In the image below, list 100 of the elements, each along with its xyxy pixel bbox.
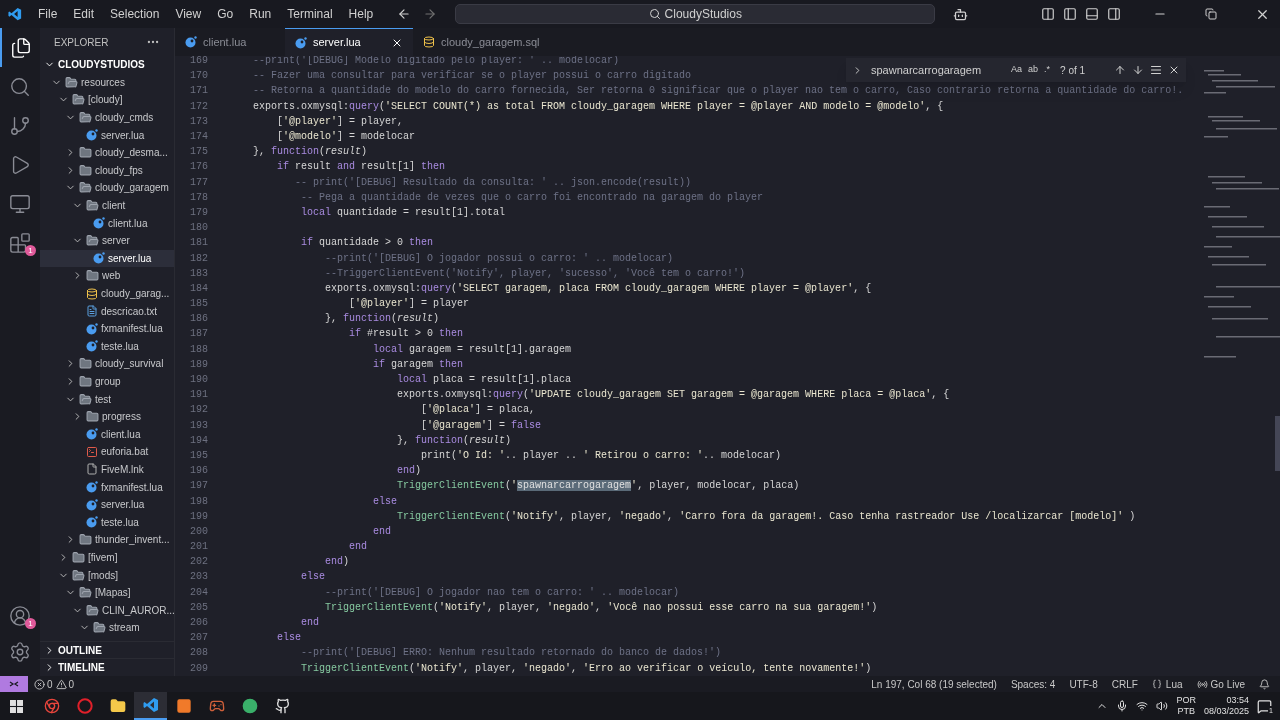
- tree-item[interactable]: server.lua: [40, 249, 174, 268]
- tree-item[interactable]: thunder_invent...: [40, 531, 174, 549]
- editor-tab[interactable]: server.lua: [285, 28, 413, 56]
- folder-open-icon: [79, 392, 92, 406]
- tree-item[interactable]: teste.lua: [40, 337, 174, 356]
- menu-item[interactable]: Selection: [102, 5, 168, 23]
- find-input[interactable]: spawnarcarrogaragem: [869, 61, 1005, 79]
- tree-item[interactable]: FiveM.lnk: [40, 460, 174, 479]
- code-line: exports.oxmysql:query('SELECT garagem, placa FROM cloudy_garagem WHERE player = @player', {: [324, 281, 872, 296]
- clock-date[interactable]: 08/03/2025: [1203, 706, 1249, 717]
- tree-item[interactable]: cloudy_fps: [40, 161, 174, 180]
- menu-item[interactable]: Go: [209, 5, 242, 23]
- line-number: 199: [189, 509, 208, 524]
- panel-toggle-icon[interactable]: [1085, 7, 1099, 21]
- input-language[interactable]: POR: [1176, 695, 1196, 706]
- language-mode[interactable]: Lua: [1165, 676, 1183, 692]
- tree-item[interactable]: server.lua: [40, 126, 174, 144]
- status-item[interactable]: Ln 197, Col 68 (19 selected): [871, 676, 997, 692]
- section-header[interactable]: OUTLINE: [40, 640, 174, 659]
- menu-item[interactable]: Run: [241, 5, 280, 23]
- find-toggle[interactable]: ab: [1028, 63, 1039, 77]
- tree-item[interactable]: descricao.txt: [40, 302, 174, 320]
- account-icon: [9, 605, 31, 627]
- volume-icon[interactable]: [1156, 700, 1169, 712]
- menu-item[interactable]: Terminal: [279, 5, 341, 23]
- tree-item[interactable]: cloudy_desma...: [40, 143, 174, 162]
- copilot-icon[interactable]: [953, 6, 969, 22]
- error-count[interactable]: 0: [47, 676, 53, 692]
- tree-item[interactable]: euforia.bat: [40, 443, 174, 461]
- tree-item[interactable]: teste.lua: [40, 513, 174, 532]
- line-number: 175: [189, 145, 208, 160]
- tree-item[interactable]: progress: [40, 407, 174, 426]
- forward-icon[interactable]: [423, 7, 438, 21]
- command-center[interactable]: CloudyStudios: [455, 4, 936, 24]
- remote-button[interactable]: [0, 676, 28, 692]
- tree-item[interactable]: cloudy_garag...: [40, 284, 174, 303]
- code-line: TriggerClientEvent('Notify', player, 'negado', 'Você nao possui esse carro na sua garagem!'): [324, 600, 878, 615]
- secondary-sidebar-icon[interactable]: [1107, 7, 1121, 21]
- tree-item[interactable]: [fivem]: [40, 548, 174, 567]
- ring-icon: [76, 698, 93, 714]
- line-number: 205: [189, 600, 208, 615]
- tree-item[interactable]: stream: [40, 619, 174, 637]
- tree-item[interactable]: client.lua: [40, 425, 174, 444]
- status-item[interactable]: UTF-8: [1069, 676, 1098, 692]
- windows-start-icon[interactable]: [10, 699, 23, 713]
- code-line: print('O Id: '.. player .. ' Retirou o carro: '.. modelocar): [420, 448, 782, 463]
- tree-item[interactable]: group: [40, 372, 174, 391]
- tree-item[interactable]: client: [40, 196, 174, 215]
- tree-item[interactable]: web: [40, 267, 174, 285]
- terminal-icon: [86, 445, 98, 458]
- network-icon[interactable]: [1136, 700, 1149, 712]
- next-match-icon[interactable]: [1132, 64, 1144, 76]
- layout-icon[interactable]: [1041, 7, 1055, 21]
- close-icon[interactable]: [1168, 64, 1180, 76]
- tree-item[interactable]: CLIN_AUROR...: [40, 601, 174, 619]
- restore-icon[interactable]: [1205, 8, 1217, 20]
- menu-item[interactable]: Edit: [65, 5, 103, 23]
- find-toggle[interactable]: .*: [1044, 63, 1051, 77]
- lua-file-icon: [86, 481, 98, 494]
- tree-item[interactable]: test: [40, 390, 174, 408]
- tree-item[interactable]: fxmanifest.lua: [40, 478, 174, 496]
- lua-file-icon: [86, 498, 98, 511]
- sidebar-toggle-icon[interactable]: [1063, 7, 1077, 21]
- menu-item[interactable]: View: [167, 5, 210, 23]
- status-item[interactable]: CRLF: [1111, 676, 1138, 692]
- previous-match-icon[interactable]: [1114, 64, 1126, 76]
- tree-item[interactable]: cloudy_garagem: [40, 179, 174, 197]
- taskbar-app[interactable]: [134, 692, 167, 720]
- code-line: end: [348, 540, 368, 555]
- folder-open-icon: [79, 586, 92, 600]
- tree-item[interactable]: server: [40, 231, 174, 250]
- keyboard-layout[interactable]: PTB: [1177, 706, 1195, 717]
- editor-tab[interactable]: cloudy_garagem.sql: [413, 28, 550, 56]
- notification-icon[interactable]: [1259, 678, 1270, 690]
- back-icon[interactable]: [397, 7, 412, 21]
- line-number: 190: [189, 373, 208, 388]
- line-number: 170: [189, 69, 208, 84]
- lua-file-icon: [185, 36, 197, 48]
- tree-item[interactable]: [mods]: [40, 566, 174, 584]
- line-number: 208: [189, 646, 208, 661]
- menu-item[interactable]: File: [30, 5, 66, 23]
- status-item[interactable]: Spaces: 4: [1010, 676, 1056, 692]
- editor-tab[interactable]: client.lua: [175, 28, 285, 56]
- tree-item[interactable]: [cloudy]: [40, 91, 174, 109]
- lua-file-icon: [93, 217, 105, 230]
- warning-count[interactable]: 0: [68, 676, 75, 692]
- tree-item[interactable]: resources: [40, 73, 174, 92]
- tree-item[interactable]: client.lua: [40, 214, 174, 232]
- tree-item[interactable]: cloudy_cmds: [40, 108, 174, 127]
- selection-icon[interactable]: [1150, 64, 1162, 76]
- tree-item[interactable]: fxmanifest.lua: [40, 319, 174, 338]
- workspace-header[interactable]: CLOUDYSTUDIOS: [40, 56, 174, 74]
- clock-time[interactable]: 03:54: [1226, 695, 1249, 706]
- menu-item[interactable]: Help: [340, 5, 382, 23]
- tree-item[interactable]: [Mapas]: [40, 583, 174, 602]
- find-toggle[interactable]: Aa: [1011, 63, 1022, 77]
- tree-item[interactable]: cloudy_survival: [40, 355, 174, 373]
- microphone-icon[interactable]: [1116, 700, 1129, 712]
- tree-item[interactable]: server.lua: [40, 495, 174, 514]
- go-live-button[interactable]: Go Live: [1210, 676, 1245, 692]
